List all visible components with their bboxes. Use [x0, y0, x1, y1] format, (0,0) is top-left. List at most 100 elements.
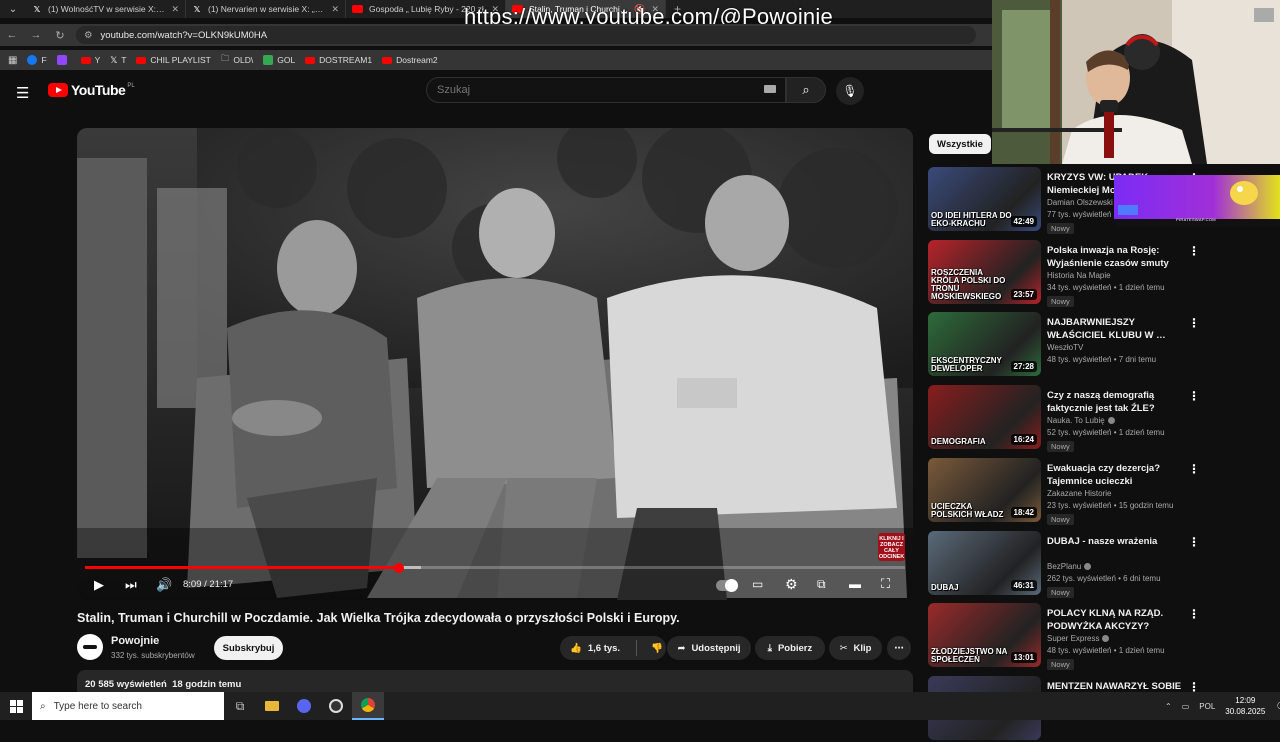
menu-hamburger-icon[interactable]: ☰	[16, 84, 29, 102]
more-vertical-icon[interactable]: ⋮	[1188, 389, 1200, 403]
bookmark-item[interactable]: Y	[80, 55, 100, 65]
discord-icon[interactable]	[288, 692, 320, 720]
share-button[interactable]: ➦ Udostępnij	[667, 636, 751, 660]
search-icon: ⌕	[802, 82, 810, 97]
dislike-thumb-icon[interactable]: 👎	[651, 643, 663, 654]
clip-button[interactable]: ✂ Klip	[829, 636, 882, 660]
video-thumbnail[interactable]: ROSZCZENIA KRÓLA POLSKI DO TRONU MOSKIEW…	[928, 240, 1041, 304]
video-thumbnail[interactable]: EKSCENTRYCZNY DEWELOPER 27:28	[928, 312, 1041, 376]
bookmark-item[interactable]: CHIL PLAYLIST	[136, 55, 211, 65]
bookmark-folder[interactable]: 🗀 OLD\	[221, 53, 253, 67]
recommended-channel[interactable]: BezPlanu	[1047, 562, 1092, 571]
browser-tab[interactable]: 𝕏 (1) Nervarien w serwisie X: „Co… ✕	[186, 0, 346, 18]
recommended-channel[interactable]: Nauka. To Lubię	[1047, 416, 1115, 425]
more-vertical-icon[interactable]: ⋮	[1188, 244, 1200, 258]
volume-icon[interactable]: 🔊	[156, 577, 172, 593]
settings-gear-icon[interactable]: ⚙	[785, 576, 798, 593]
forward-arrow-icon[interactable]: →	[24, 29, 48, 41]
subscribe-button[interactable]: Subskrybuj	[214, 636, 283, 660]
youtube-logo[interactable]: YouTube PL	[48, 82, 135, 98]
bookmark-item[interactable]: 𝕏T	[110, 55, 126, 66]
download-button[interactable]: ⤓ Pobierz	[755, 636, 825, 660]
theater-mode-icon[interactable]: ▬	[849, 577, 861, 591]
video-player[interactable]	[77, 128, 913, 600]
recommended-title[interactable]: Ewakuacja czy dezercja? Tajemnice uciecz…	[1047, 462, 1185, 488]
more-actions-button[interactable]: ⋯	[887, 636, 911, 660]
recommended-video[interactable]: DEMOGRAFIA 16:24 Czy z naszą demografią fa…	[928, 385, 1268, 452]
recommended-video[interactable]: UCIECZKA POLSKICH WŁADZ 18:42 Ewakuacja cz…	[928, 458, 1268, 525]
recommended-title[interactable]: Czy z naszą demografią faktycznie jest t…	[1047, 389, 1185, 415]
channel-avatar[interactable]	[77, 634, 103, 660]
recommended-title[interactable]: DUBAJ - nasze wrażenia	[1047, 535, 1185, 548]
video-thumbnail[interactable]: DEMOGRAFIA 16:24	[928, 385, 1041, 449]
site-info-icon[interactable]: ⚙	[84, 30, 93, 41]
bookmark-item[interactable]: Dostream2	[382, 55, 438, 65]
autoplay-toggle[interactable]	[716, 579, 738, 592]
windows-start-icon[interactable]	[0, 692, 32, 720]
tray-chevron-up-icon[interactable]: ⌃	[1165, 702, 1172, 711]
address-bar-row: ← → ↻ ⚙ youtube.com/watch?v=OLKN9kUM0HA	[0, 24, 992, 46]
video-thumbnail[interactable]: OD IDEI HITLERA DO EKO-KRACHU 42:49	[928, 167, 1041, 231]
video-thumbnail[interactable]: UCIECZKA POLSKICH WŁADZ 18:42	[928, 458, 1041, 522]
notifications-icon[interactable]: 🗨4	[1275, 700, 1280, 713]
recommended-title[interactable]: NAJBARWNIEJSZY WŁAŚCICIEL KLUBU W …	[1047, 316, 1185, 342]
fullscreen-icon[interactable]: ⛶	[881, 576, 890, 592]
more-vertical-icon[interactable]: ⋮	[1188, 607, 1200, 621]
like-count[interactable]: 1,6 tys.	[588, 643, 620, 654]
chrome-icon[interactable]	[352, 692, 384, 720]
recommended-title[interactable]: Polska inwazja na Rosję: Wyjaśnienie cza…	[1047, 244, 1185, 270]
recommended-channel[interactable]: Damian Olszewski	[1047, 198, 1113, 207]
recommended-video[interactable]: ROSZCZENIA KRÓLA POLSKI DO TRONU MOSKIEW…	[928, 240, 1268, 307]
recommended-video[interactable]: DUBAJ 46:31 DUBAJ - nasze wrażenia BezPlanu…	[928, 531, 1268, 598]
more-vertical-icon[interactable]: ⋮	[1188, 462, 1200, 476]
recommended-video[interactable]: EKSCENTRYCZNY DEWELOPER 27:28 NAJBARWNIEJS…	[928, 312, 1268, 378]
tab-close-icon[interactable]: ✕	[331, 4, 339, 15]
tab-search-chevron-icon[interactable]: ⌄	[0, 0, 26, 18]
channel-watermark[interactable]: KLIKNIJ I ZOBACZ CAŁY ODCINEK	[878, 533, 905, 561]
recommended-channel[interactable]: Super Express	[1047, 634, 1110, 643]
tab-title: (1) WolnośćTV w serwisie X: „It…	[48, 4, 166, 14]
video-thumbnail[interactable]: ZŁODZIEJSTWO NA SPOŁECZEŃ 13:01	[928, 603, 1041, 667]
url-field[interactable]: ⚙ youtube.com/watch?v=OLKN9kUM0HA	[76, 26, 976, 44]
recommended-channel[interactable]: Zakazane Historie	[1047, 489, 1111, 498]
time-display: 8:09 / 21:17	[183, 579, 234, 590]
bookmark-item[interactable]: GOL	[263, 55, 295, 65]
filter-chip-all[interactable]: Wszystkie	[929, 134, 991, 154]
voice-search-button[interactable]: 🎙	[836, 77, 864, 105]
network-icon[interactable]: ▭	[1182, 702, 1190, 711]
reload-icon[interactable]: ↻	[48, 29, 72, 42]
browser-tab[interactable]: 𝕏 (1) WolnośćTV w serwisie X: „It… ✕	[26, 0, 186, 18]
bookmark-item[interactable]	[56, 55, 71, 65]
recommended-channel[interactable]: Historia Na Mapie	[1047, 271, 1111, 280]
like-thumb-icon[interactable]: 👍	[570, 643, 582, 654]
progress-scrubber-handle[interactable]	[394, 563, 405, 573]
taskbar-search-box[interactable]: ⌕ Type here to search	[32, 692, 224, 720]
back-arrow-icon[interactable]: ←	[0, 29, 24, 41]
subtitles-icon[interactable]: ▭	[752, 577, 763, 591]
miniplayer-icon[interactable]: ⧉	[817, 577, 826, 592]
apps-grid-icon[interactable]: ▦	[8, 55, 17, 66]
language-indicator[interactable]: POL	[1199, 702, 1215, 711]
search-button[interactable]: ⌕	[786, 77, 826, 103]
bookmark-item[interactable]: F	[27, 55, 47, 65]
keyboard-icon[interactable]	[764, 85, 776, 93]
taskbar-clock[interactable]: 12:09 30.08.2025	[1225, 695, 1265, 717]
task-view-icon[interactable]: ⧉	[224, 692, 256, 720]
search-box[interactable]	[426, 77, 786, 103]
recommended-title[interactable]: POLACY KLNĄ NA RZĄD. PODWYŻKA AKCYZY? WÓ…	[1047, 607, 1185, 633]
file-explorer-icon[interactable]	[256, 692, 288, 720]
channel-name[interactable]: Powojnie	[111, 635, 159, 647]
tab-close-icon[interactable]: ✕	[171, 4, 179, 15]
bookmark-item[interactable]: DOSTREAM1	[305, 55, 372, 65]
video-duration: 13:01	[1010, 652, 1037, 663]
more-vertical-icon[interactable]: ⋮	[1188, 316, 1200, 330]
recommended-video[interactable]: ZŁODZIEJSTWO NA SPOŁECZEŃ 13:01 POLACY KLN…	[928, 603, 1268, 670]
play-icon[interactable]: ▶	[94, 577, 104, 593]
next-video-icon[interactable]: ⏭	[125, 577, 137, 593]
new-badge: Nowy	[1047, 441, 1074, 452]
recommended-channel[interactable]: WeszłoTV	[1047, 343, 1083, 352]
obs-icon[interactable]	[320, 692, 352, 720]
more-vertical-icon[interactable]: ⋮	[1188, 535, 1200, 549]
search-input[interactable]	[437, 84, 757, 96]
video-thumbnail[interactable]: DUBAJ 46:31	[928, 531, 1041, 595]
